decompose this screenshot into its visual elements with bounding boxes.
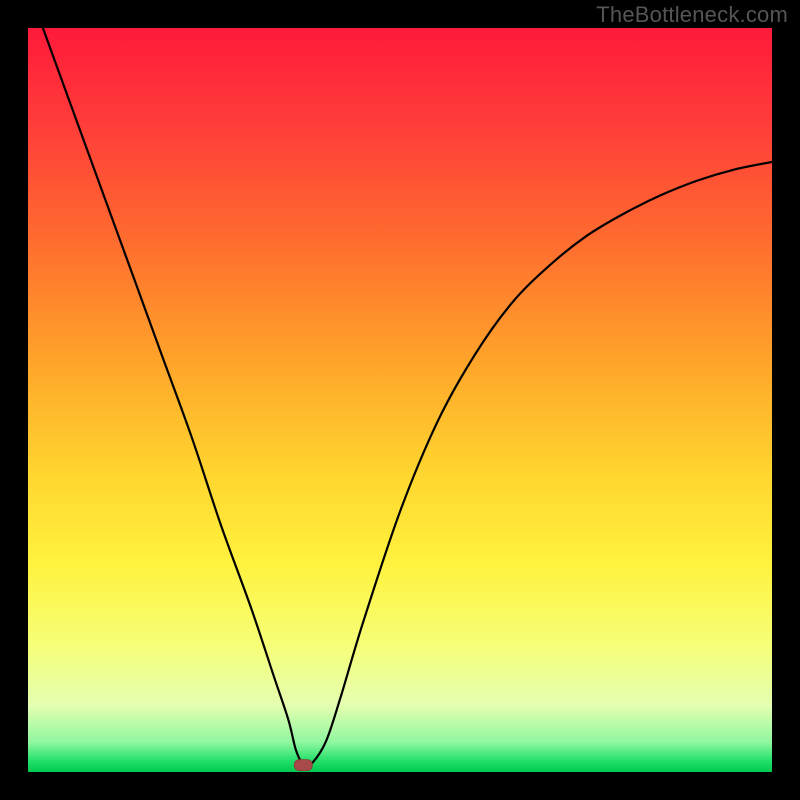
chart-container: TheBottleneck.com bbox=[0, 0, 800, 800]
minimum-marker bbox=[294, 760, 312, 771]
watermark-text: TheBottleneck.com bbox=[596, 2, 788, 28]
plot-background bbox=[28, 28, 772, 772]
chart-svg bbox=[0, 0, 800, 800]
